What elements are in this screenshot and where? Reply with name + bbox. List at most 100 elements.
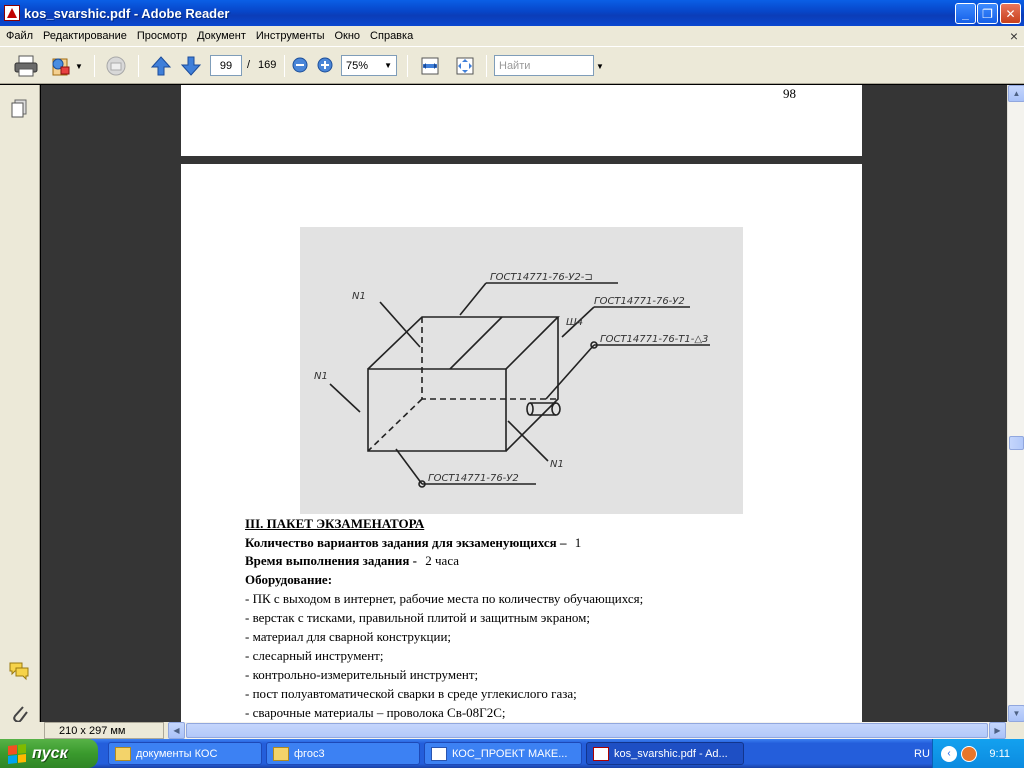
page-number-label: 98 — [783, 86, 796, 101]
menu-view[interactable]: Просмотр — [132, 30, 192, 42]
toolbar-separator — [138, 55, 139, 77]
zoom-in-icon — [317, 57, 333, 73]
close-button[interactable]: ✕ — [1000, 3, 1021, 24]
adobe-reader-icon — [4, 5, 20, 21]
menu-tools[interactable]: Инструменты — [251, 30, 330, 42]
search-options-chevron-icon[interactable]: ▼ — [596, 62, 604, 71]
task-label: фгос3 — [294, 747, 325, 760]
browser-tray-icon[interactable] — [961, 745, 977, 762]
search-input[interactable]: Найти — [494, 55, 594, 76]
arrow-down-icon — [180, 56, 202, 76]
weld-standard-bottom: ГОСТ14771-76-У2 — [428, 473, 519, 484]
equipment-item: - сварочные материалы – проволока Св-08Г… — [245, 705, 506, 720]
language-indicator[interactable]: RU — [914, 739, 930, 768]
equipment-item: - пост полуавтоматической сварки в среде… — [245, 686, 577, 701]
menu-file[interactable]: Файл — [0, 30, 38, 42]
navigation-pane — [0, 85, 40, 723]
minimize-button[interactable]: _ — [955, 3, 976, 24]
scroll-up-button[interactable]: ▲ — [1008, 85, 1024, 102]
weld-standard-right-lower: ГОСТ14771-76-Т1-△3 — [600, 334, 708, 345]
zoom-out-button[interactable] — [291, 56, 309, 74]
menu-edit[interactable]: Редактирование — [38, 30, 132, 42]
time-label: Время выполнения задания - — [245, 553, 418, 568]
start-button[interactable]: пуск — [0, 739, 98, 768]
fit-page-icon — [456, 57, 474, 75]
comments-panel-button[interactable] — [8, 661, 30, 681]
scroll-right-button[interactable]: ▶ — [989, 722, 1006, 739]
clock: 9:11 — [989, 747, 1010, 760]
welded-box-drawing: N1 N1 N1 ГОСТ14771-76-У2-⊐ ГОСТ14771-76-… — [300, 227, 743, 514]
vertical-scrollbar[interactable]: ▲ ▼ — [1007, 85, 1024, 722]
page-size-label: 210 x 297 мм — [44, 722, 164, 739]
page-number-input[interactable]: 99 — [210, 55, 242, 76]
title-bar[interactable]: kos_svarshic.pdf - Adobe Reader _ ❐ ✕ — [0, 0, 1024, 26]
toolbar-separator — [407, 55, 408, 77]
page-separator: / — [247, 59, 251, 71]
collaborate-button[interactable] — [102, 54, 130, 78]
pages-icon — [11, 99, 27, 118]
task-adobe-reader[interactable]: kos_svarshic.pdf - Ad... — [586, 742, 744, 765]
horizontal-scroll-thumb[interactable] — [186, 723, 988, 738]
variants-value: 1 — [574, 535, 582, 550]
window-title: kos_svarshic.pdf - Adobe Reader — [24, 5, 230, 21]
next-page-button[interactable] — [178, 54, 204, 78]
menu-help[interactable]: Справка — [365, 30, 418, 42]
task-label: КОС_ПРОЕКТ МАКЕ... — [452, 747, 568, 760]
weld-mark-right: Ш4 — [566, 317, 583, 328]
weld-standard-top: ГОСТ14771-76-У2-⊐ — [490, 272, 593, 283]
system-tray: ‹ 9:11 — [932, 739, 1024, 768]
time-line: Время выполнения задания - 2 часа — [245, 553, 459, 569]
chevron-down-icon: ▼ — [75, 61, 83, 71]
fit-width-button[interactable] — [418, 55, 442, 77]
equipment-item: - ПК с выходом в интернет, рабочие места… — [245, 591, 644, 606]
variants-label: Количество вариантов задания для экзамен… — [245, 535, 567, 550]
print-button[interactable] — [12, 54, 40, 78]
equipment-item: - контрольно-измерительный инструмент; — [245, 667, 479, 682]
start-label: пуск — [32, 744, 68, 762]
zoom-in-button[interactable] — [316, 56, 334, 74]
menu-window[interactable]: Окно — [329, 30, 365, 42]
zoom-select[interactable]: 75% ▼ — [341, 55, 397, 76]
zoom-value: 75% — [346, 59, 369, 72]
pages-panel-button[interactable] — [10, 99, 28, 119]
status-bar: 210 x 297 мм ◀ ▶ — [0, 722, 1024, 739]
tray-expand-icon[interactable]: ‹ — [941, 745, 957, 762]
printer-icon — [14, 55, 38, 77]
equipment-item: - слесарный инструмент; — [245, 648, 384, 663]
word-document-icon — [431, 746, 447, 761]
scroll-left-button[interactable]: ◀ — [168, 722, 185, 739]
scroll-down-button[interactable]: ▼ — [1008, 705, 1024, 722]
scroll-thumb[interactable] — [1009, 436, 1024, 450]
equipment-label: Оборудование: — [245, 572, 333, 587]
task-label: документы КОС — [136, 747, 218, 760]
weld-mark-left: N1 — [314, 371, 328, 382]
toolbar-separator — [94, 55, 95, 77]
horizontal-scrollbar[interactable]: ◀ ▶ — [168, 722, 1006, 739]
equipment-item: - материал для сварной конструкции; — [245, 629, 452, 644]
arrow-up-icon — [150, 56, 172, 76]
fit-page-button[interactable] — [453, 55, 477, 77]
menu-document[interactable]: Документ — [192, 30, 251, 42]
weld-mark-top-left: N1 — [352, 291, 366, 302]
task-fgos3[interactable]: фгос3 — [266, 742, 420, 765]
menu-bar: Файл Редактирование Просмотр Документ Ин… — [0, 26, 1024, 46]
document-view[interactable]: 98 N1 N1 N1 ГОСТ14771-76-У2-⊐ ГОСТ14771-… — [41, 85, 1007, 722]
task-label: kos_svarshic.pdf - Ad... — [614, 747, 728, 760]
email-icon — [52, 58, 70, 76]
weld-standard-right: ГОСТ14771-76-У2 — [594, 296, 685, 307]
collaborate-icon — [106, 56, 126, 76]
document-close-icon[interactable]: × — [1010, 28, 1018, 44]
task-word-document[interactable]: КОС_ПРОЕКТ МАКЕ... — [424, 742, 582, 765]
pdf-page-current: N1 N1 N1 ГОСТ14771-76-У2-⊐ ГОСТ14771-76-… — [181, 164, 862, 722]
fit-width-icon — [421, 57, 439, 75]
maximize-button[interactable]: ❐ — [977, 3, 998, 24]
variants-line: Количество вариантов задания для экзамен… — [245, 535, 581, 551]
previous-page-button[interactable] — [148, 54, 174, 78]
folder-icon — [273, 746, 289, 761]
page-total: 169 — [258, 59, 277, 71]
technical-drawing: N1 N1 N1 ГОСТ14771-76-У2-⊐ ГОСТ14771-76-… — [314, 272, 710, 488]
taskbar: пуск документы КОС фгос3 КОС_ПРОЕКТ МАКЕ… — [0, 739, 1024, 768]
task-documents-kos[interactable]: документы КОС — [108, 742, 262, 765]
email-button[interactable]: ▼ — [48, 54, 84, 78]
folder-icon — [115, 746, 131, 761]
